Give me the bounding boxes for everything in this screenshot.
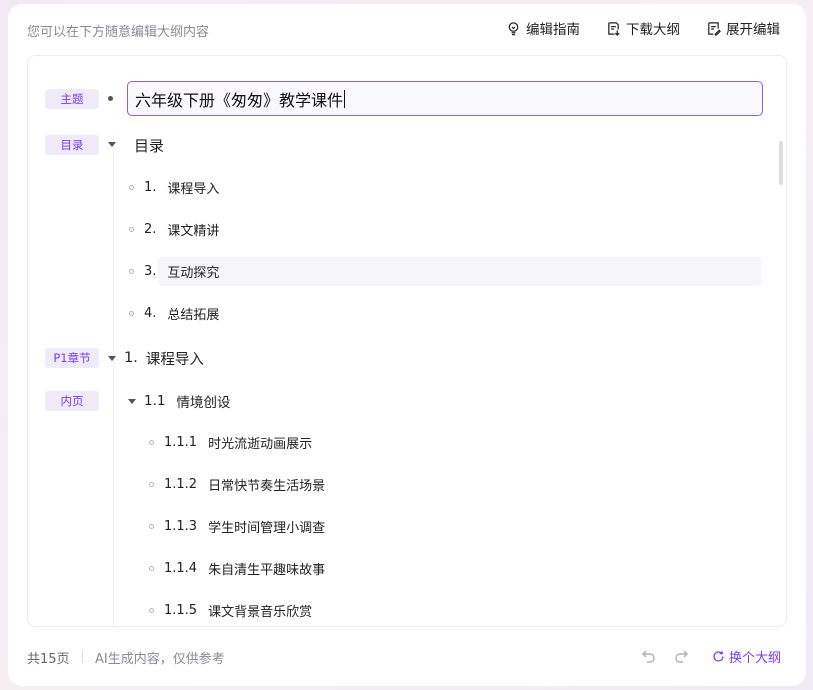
list-item[interactable]: 1.1.5 课文背景音乐欣赏 bbox=[149, 600, 312, 620]
download-outline-button[interactable]: 下载大纲 bbox=[606, 18, 680, 38]
undo-icon[interactable] bbox=[641, 648, 657, 664]
edit-hint: 您可以在下方随意编辑大纲内容 bbox=[27, 25, 210, 40]
section-row[interactable]: 1.1 情境创设 bbox=[128, 391, 230, 411]
scrollbar-thumb[interactable] bbox=[779, 141, 783, 185]
chapter-collapse-caret bbox=[108, 355, 116, 361]
footer-divider bbox=[82, 650, 83, 663]
list-item[interactable]: 4. 总结拓展 bbox=[129, 303, 219, 323]
refresh-icon bbox=[713, 651, 724, 662]
chapter-row[interactable]: 1. 课程导入 bbox=[108, 348, 204, 368]
lightbulb-icon bbox=[508, 21, 519, 35]
edit-guide-button[interactable]: 编辑指南 bbox=[506, 18, 580, 38]
list-item[interactable]: 3. 互动探究 bbox=[129, 261, 219, 281]
regenerate-outline-button[interactable]: 换个大纲 bbox=[712, 647, 781, 666]
topic-bullet bbox=[108, 96, 113, 101]
expand-edit-button[interactable]: 展开编辑 bbox=[706, 18, 780, 38]
tree-guide-line bbox=[113, 134, 114, 626]
edit-doc-icon bbox=[708, 21, 721, 36]
outline-card: 您可以在下方随意编辑大纲内容 编辑指南 下载大纲 展开编辑 主题 六年级下册《匆… bbox=[8, 4, 806, 686]
tag-topic: 主题 bbox=[45, 89, 99, 109]
tag-chapter: P1章节 bbox=[45, 348, 99, 368]
tag-inner-page: 内页 bbox=[45, 391, 99, 411]
header: 您可以在下方随意编辑大纲内容 编辑指南 下载大纲 展开编辑 bbox=[8, 4, 806, 54]
page-count: 共15页 bbox=[27, 652, 70, 667]
outline-editor[interactable]: 主题 六年级下册《匆匆》教学课件 目录 目录 1. 课程导入 2. 课文精讲 3… bbox=[27, 55, 787, 627]
toc-heading[interactable]: 目录 bbox=[134, 135, 164, 155]
row-hover-highlight bbox=[158, 257, 761, 286]
list-item[interactable]: 1. 课程导入 bbox=[129, 177, 219, 197]
list-item[interactable]: 1.1.2 日常快节奏生活场景 bbox=[149, 474, 325, 494]
list-item[interactable]: 1.1.3 学生时间管理小调查 bbox=[149, 516, 325, 536]
toc-collapse-caret[interactable] bbox=[108, 142, 116, 147]
header-actions: 编辑指南 下载大纲 展开编辑 bbox=[506, 18, 780, 38]
list-item[interactable]: 1.1.4 朱自清生平趣味故事 bbox=[149, 558, 325, 578]
title-input[interactable]: 六年级下册《匆匆》教学课件 bbox=[127, 81, 763, 116]
footer: 共15页 AI生成内容，仅供参考 换个大纲 bbox=[8, 640, 806, 670]
redo-icon[interactable] bbox=[673, 648, 689, 664]
section-collapse-caret bbox=[128, 398, 136, 404]
ai-disclaimer: AI生成内容，仅供参考 bbox=[95, 652, 225, 667]
list-item[interactable]: 1.1.1 时光流逝动画展示 bbox=[149, 432, 312, 452]
tag-toc: 目录 bbox=[45, 135, 99, 155]
download-doc-icon bbox=[608, 21, 620, 36]
list-item[interactable]: 2. 课文精讲 bbox=[129, 219, 219, 239]
